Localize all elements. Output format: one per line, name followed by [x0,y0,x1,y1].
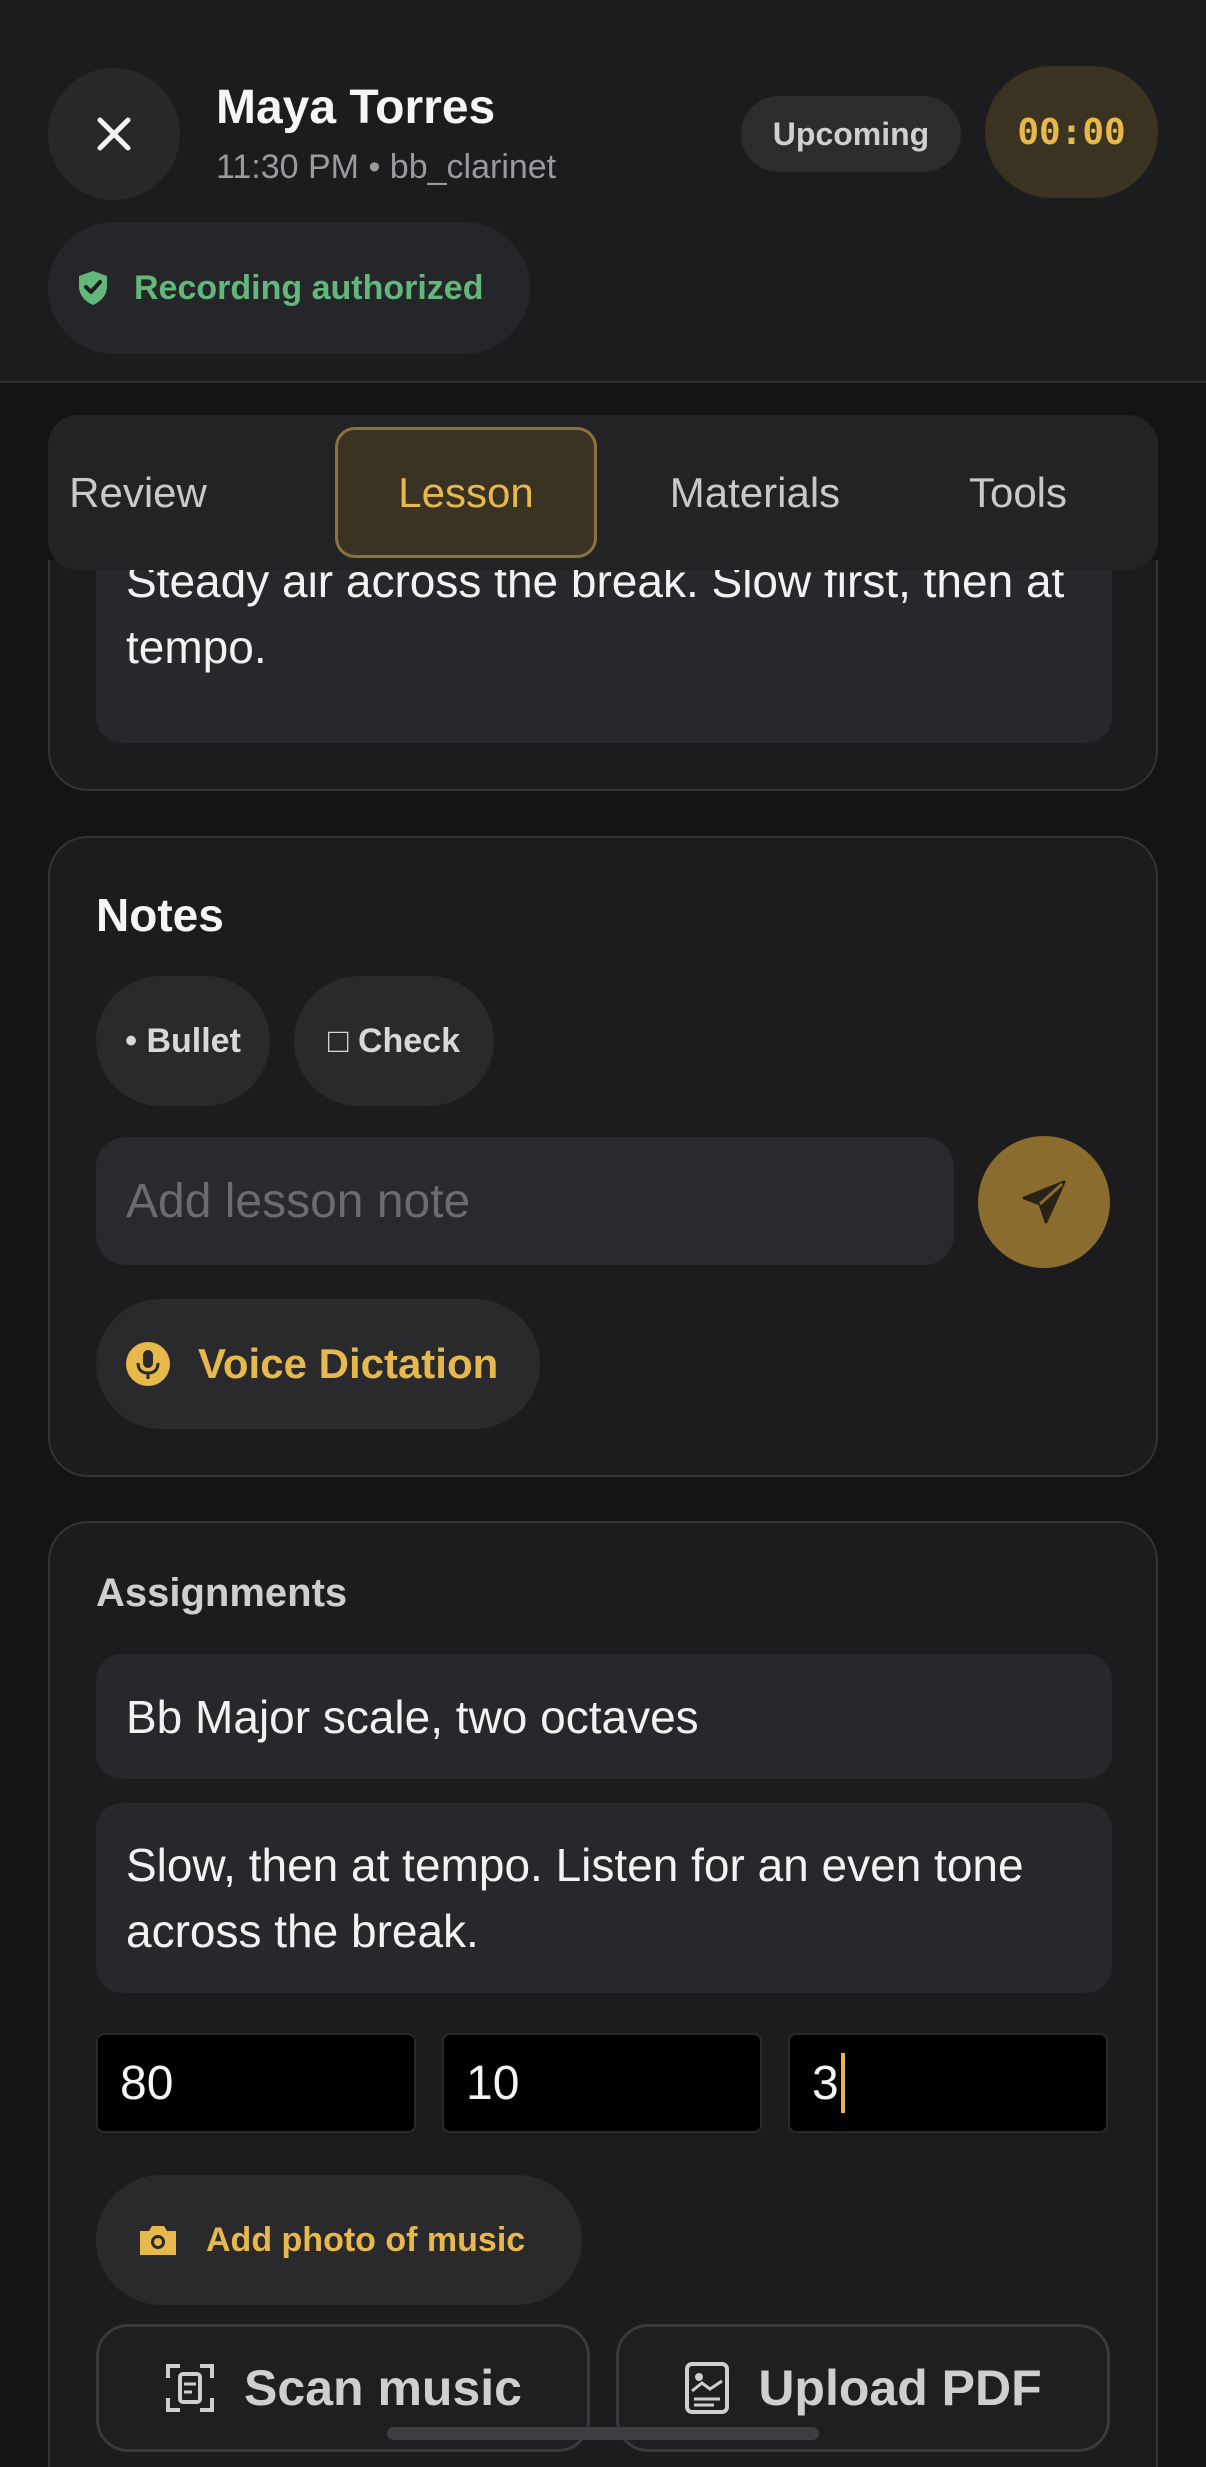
voice-dictation-button[interactable]: Voice Dictation [96,1299,540,1429]
tab-review[interactable]: Review [60,427,216,558]
bullet-chip[interactable]: • Bullet [96,976,270,1106]
assignment-title-text: Bb Major scale, two octaves [126,1690,699,1743]
tempo-value: 80 [120,2056,174,2110]
session-subtitle: 11:30 PM • bb_clarinet [216,148,557,186]
close-icon [97,117,131,151]
shield-check-icon [79,271,107,305]
session-timer[interactable]: 00:00 [985,66,1158,198]
text-caret [840,2053,845,2113]
scan-music-label: Scan music [244,2360,522,2416]
document-image-icon [685,2362,730,2414]
tab-lesson[interactable]: Lesson [335,427,597,558]
recording-authorized-badge: Recording authorized [48,222,530,354]
assignment-description-text: Slow, then at tempo. Listen for an even … [126,1839,1024,1957]
assignment-description-field[interactable]: Slow, then at tempo. Listen for an even … [96,1803,1112,1993]
student-name: Maya Torres [216,81,496,134]
add-photo-button[interactable]: Add photo of music [96,2175,582,2305]
assignments-title: Assignments [96,1571,348,1615]
tab-tools[interactable]: Tools [918,427,1118,558]
camera-icon [140,2226,176,2255]
minutes-value: 10 [466,2056,520,2110]
microphone-icon [126,1342,170,1386]
recording-authorized-label: Recording authorized [134,268,484,307]
session-header: Maya Torres 11:30 PM • bb_clarinet Upcom… [0,0,1206,383]
status-badge: Upcoming [741,96,961,172]
send-icon [1022,1180,1066,1224]
repetitions-field[interactable]: 3 [788,2033,1108,2133]
repetitions-value: 3 [812,2056,839,2110]
add-photo-label: Add photo of music [206,2220,526,2259]
check-chip[interactable]: □ Check [294,976,494,1106]
assignment-title-field[interactable]: Bb Major scale, two octaves [96,1654,1112,1779]
minutes-field[interactable]: 10 [442,2033,762,2133]
lesson-focus-card: Steady air across the break. Slow first,… [48,530,1158,791]
upload-pdf-label: Upload PDF [758,2360,1042,2416]
home-indicator[interactable] [387,2427,819,2440]
notes-title: Notes [96,889,224,941]
scan-icon [166,2364,215,2412]
tab-materials[interactable]: Materials [632,427,878,558]
lesson-tabs: Review Lesson Materials Tools [48,415,1158,570]
voice-dictation-label: Voice Dictation [198,1340,499,1387]
send-note-button[interactable] [978,1136,1110,1268]
lesson-note-input[interactable] [96,1137,954,1265]
close-button[interactable] [48,68,180,200]
tempo-field[interactable]: 80 [96,2033,416,2133]
